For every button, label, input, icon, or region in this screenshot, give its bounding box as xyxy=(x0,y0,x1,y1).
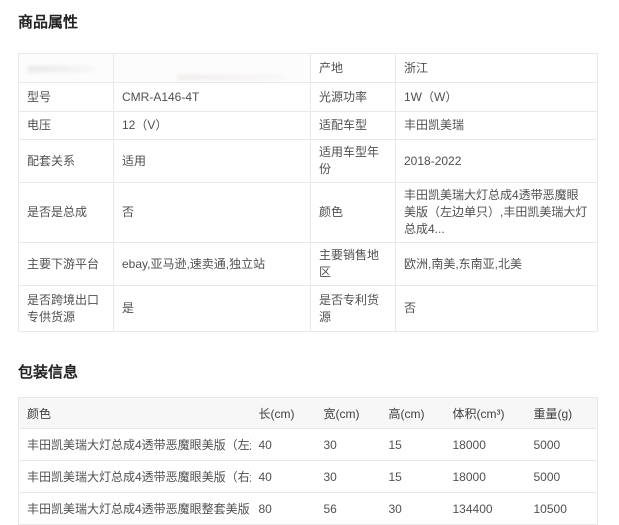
attr-value-match-relation: 适用 xyxy=(114,140,311,183)
packaging-width: 56 xyxy=(316,493,381,525)
attr-value-sales-regions: 欧洲,南美,东南亚,北美 xyxy=(396,243,598,286)
packaging-weight: 5000 xyxy=(526,429,598,461)
attr-label-origin: 产地 xyxy=(311,54,396,83)
packaging-header-color: 颜色 xyxy=(19,398,251,429)
packaging-row: 丰田凯美瑞大灯总成4透带恶魔眼美版（右边单只） 40 30 15 18000 5… xyxy=(19,461,598,493)
attr-value-downstream-platforms: ebay,亚马逊,速卖通,独立站 xyxy=(114,243,311,286)
packaging-length: 40 xyxy=(251,429,316,461)
attr-row: 主要下游平台 ebay,亚马逊,速卖通,独立站 主要销售地区 欧洲,南美,东南亚… xyxy=(19,243,598,286)
attr-row: 配套关系 适用 适用车型年份 2018-2022 xyxy=(19,140,598,183)
attr-label-fit-model: 适配车型 xyxy=(311,112,396,140)
packaging-header-row: 颜色 长(cm) 宽(cm) 高(cm) 体积(cm³) 重量(g) xyxy=(19,398,598,429)
packaging-header-width: 宽(cm) xyxy=(316,398,381,429)
attr-row: 产地 浙江 xyxy=(19,54,598,83)
attr-label-is-assembly: 是否是总成 xyxy=(19,183,114,243)
attr-value-model: CMR-A146-4T xyxy=(114,83,311,112)
packaging-volume: 18000 xyxy=(445,461,526,493)
packaging-height: 15 xyxy=(381,461,445,493)
packaging-header-volume: 体积(cm³) xyxy=(445,398,526,429)
section-title-product-attributes: 商品属性 xyxy=(18,13,597,33)
packaging-height: 30 xyxy=(381,493,445,525)
packaging-length: 40 xyxy=(251,461,316,493)
packaging-color: 丰田凯美瑞大灯总成4透带恶魔眼美版（左边单只） xyxy=(19,429,251,461)
product-attributes-table: 产地 浙江 型号 CMR-A146-4T 光源功率 1W（W） 电压 12（V）… xyxy=(18,53,598,332)
attr-value-is-assembly: 否 xyxy=(114,183,311,243)
packaging-header-height: 高(cm) xyxy=(381,398,445,429)
attr-value-redacted xyxy=(114,54,311,83)
attr-label-redacted xyxy=(19,54,114,83)
attr-label-match-relation: 配套关系 xyxy=(19,140,114,183)
attr-value-origin: 浙江 xyxy=(396,54,598,83)
attr-label-model-years: 适用车型年份 xyxy=(311,140,396,183)
attr-value-model-years: 2018-2022 xyxy=(396,140,598,183)
redacted-smudge xyxy=(177,75,285,80)
packaging-volume: 134400 xyxy=(445,493,526,525)
packaging-volume: 18000 xyxy=(445,429,526,461)
attr-value-color: 丰田凯美瑞大灯总成4透带恶魔眼美版（左边单只）,丰田凯美瑞大灯总成4... xyxy=(396,183,598,243)
attr-label-light-power: 光源功率 xyxy=(311,83,396,112)
attr-value-patent-supply: 否 xyxy=(396,286,598,332)
packaging-color: 丰田凯美瑞大灯总成4透带恶魔眼整套美版（左右... xyxy=(19,493,251,525)
attr-row: 电压 12（V） 适配车型 丰田凯美瑞 xyxy=(19,112,598,140)
attr-value-light-power: 1W（W） xyxy=(396,83,598,112)
attr-label-color: 颜色 xyxy=(311,183,396,243)
packaging-weight: 10500 xyxy=(526,493,598,525)
attr-label-downstream-platforms: 主要下游平台 xyxy=(19,243,114,286)
attr-row: 是否跨境出口专供货源 是 是否专利货源 否 xyxy=(19,286,598,332)
packaging-height: 15 xyxy=(381,429,445,461)
packaging-width: 30 xyxy=(316,461,381,493)
packaging-length: 80 xyxy=(251,493,316,525)
attr-row: 是否是总成 否 颜色 丰田凯美瑞大灯总成4透带恶魔眼美版（左边单只）,丰田凯美瑞… xyxy=(19,183,598,243)
attr-value-cross-border-supply: 是 xyxy=(114,286,311,332)
packaging-color: 丰田凯美瑞大灯总成4透带恶魔眼美版（右边单只） xyxy=(19,461,251,493)
attr-label-voltage: 电压 xyxy=(19,112,114,140)
attr-value-fit-model: 丰田凯美瑞 xyxy=(396,112,598,140)
packaging-header-length: 长(cm) xyxy=(251,398,316,429)
attr-value-voltage: 12（V） xyxy=(114,112,311,140)
packaging-width: 30 xyxy=(316,429,381,461)
packaging-row: 丰田凯美瑞大灯总成4透带恶魔眼美版（左边单只） 40 30 15 18000 5… xyxy=(19,429,598,461)
attr-row: 型号 CMR-A146-4T 光源功率 1W（W） xyxy=(19,83,598,112)
packaging-row: 丰田凯美瑞大灯总成4透带恶魔眼整套美版（左右... 80 56 30 13440… xyxy=(19,493,598,525)
packaging-header-weight: 重量(g) xyxy=(526,398,598,429)
attr-label-cross-border-supply: 是否跨境出口专供货源 xyxy=(19,286,114,332)
product-detail-page: 商品属性 产地 浙江 型号 CMR-A146-4T 光源功率 1W（W） 电压 … xyxy=(0,0,619,525)
attr-label-sales-regions: 主要销售地区 xyxy=(311,243,396,286)
attr-label-patent-supply: 是否专利货源 xyxy=(311,286,396,332)
section-title-packaging-info: 包装信息 xyxy=(18,363,597,383)
attr-label-model: 型号 xyxy=(19,83,114,112)
packaging-weight: 5000 xyxy=(526,461,598,493)
packaging-info-table: 颜色 长(cm) 宽(cm) 高(cm) 体积(cm³) 重量(g) 丰田凯美瑞… xyxy=(18,397,598,525)
redacted-smudge xyxy=(27,66,95,72)
